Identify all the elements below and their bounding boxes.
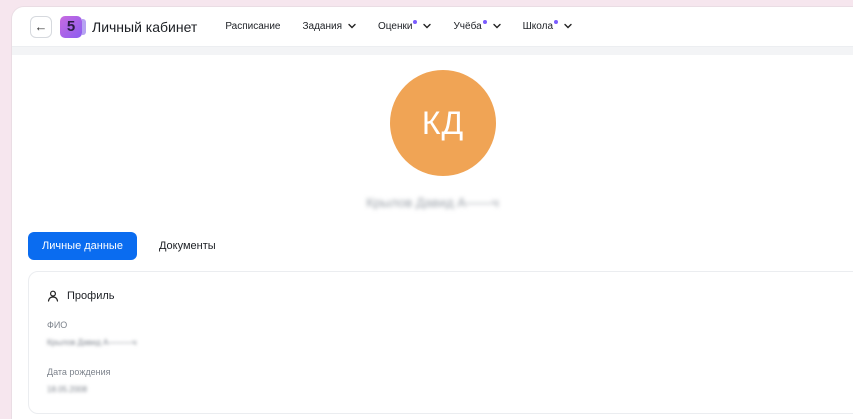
nav-item-study[interactable]: Учёба bbox=[453, 19, 501, 32]
tab-documents[interactable]: Документы bbox=[145, 232, 230, 260]
chevron-down-icon bbox=[492, 22, 501, 31]
notification-dot bbox=[554, 19, 559, 24]
nav-item-label: Учёба bbox=[453, 21, 482, 32]
tab-personal-data[interactable]: Личные данные bbox=[28, 232, 137, 260]
card-title: Профиль bbox=[67, 290, 115, 302]
main-nav: Расписание Задания Оценки Учёба Школа bbox=[225, 19, 594, 32]
chevron-down-icon bbox=[564, 22, 572, 31]
field-label-birthdate: Дата рождения bbox=[47, 367, 111, 377]
arrow-left-icon: ← bbox=[34, 19, 48, 34]
person-icon bbox=[47, 290, 59, 302]
app-window: ← 5 Личный кабинет Расписание Задания Оц… bbox=[12, 7, 853, 419]
field-label-fio: ФИО bbox=[47, 320, 68, 330]
card-header: Профиль bbox=[47, 290, 115, 302]
profile-tabs: Личные данные Документы bbox=[28, 232, 230, 260]
notification-dot bbox=[482, 19, 487, 24]
chevron-down-icon bbox=[348, 22, 356, 31]
avatar-initials: КД bbox=[421, 104, 465, 141]
profile-card: Профиль ФИО Крылов Давид А———ч Дата рожд… bbox=[28, 271, 853, 414]
nav-item-assignments[interactable]: Задания bbox=[302, 21, 356, 32]
nav-item-grades[interactable]: Оценки bbox=[378, 19, 432, 32]
logo-text: 5 bbox=[66, 18, 76, 35]
app-title: Личный кабинет bbox=[92, 18, 198, 35]
nav-item-label: Школа bbox=[522, 21, 554, 32]
user-full-name: Крылов Давид А——ч bbox=[366, 195, 499, 210]
nav-item-schedule[interactable]: Расписание bbox=[225, 21, 280, 32]
nav-item-label: Задания bbox=[302, 21, 342, 32]
back-button[interactable]: ← bbox=[30, 15, 52, 38]
nav-item-label: Оценки bbox=[378, 21, 413, 32]
nav-item-school[interactable]: Школа bbox=[522, 19, 572, 32]
profile-content: КД Крылов Давид А——ч Личные данные Докум… bbox=[12, 55, 853, 419]
chevron-down-icon bbox=[423, 22, 432, 31]
field-value-fio: Крылов Давид А———ч bbox=[47, 338, 137, 347]
app-logo[interactable]: 5 bbox=[60, 15, 86, 38]
nav-item-label: Расписание bbox=[225, 21, 281, 32]
field-value-birthdate: 18.05.2008 bbox=[47, 385, 88, 394]
avatar: КД bbox=[390, 70, 496, 176]
notification-dot bbox=[413, 19, 418, 24]
top-navigation-bar: ← 5 Личный кабинет Расписание Задания Оц… bbox=[12, 7, 853, 47]
